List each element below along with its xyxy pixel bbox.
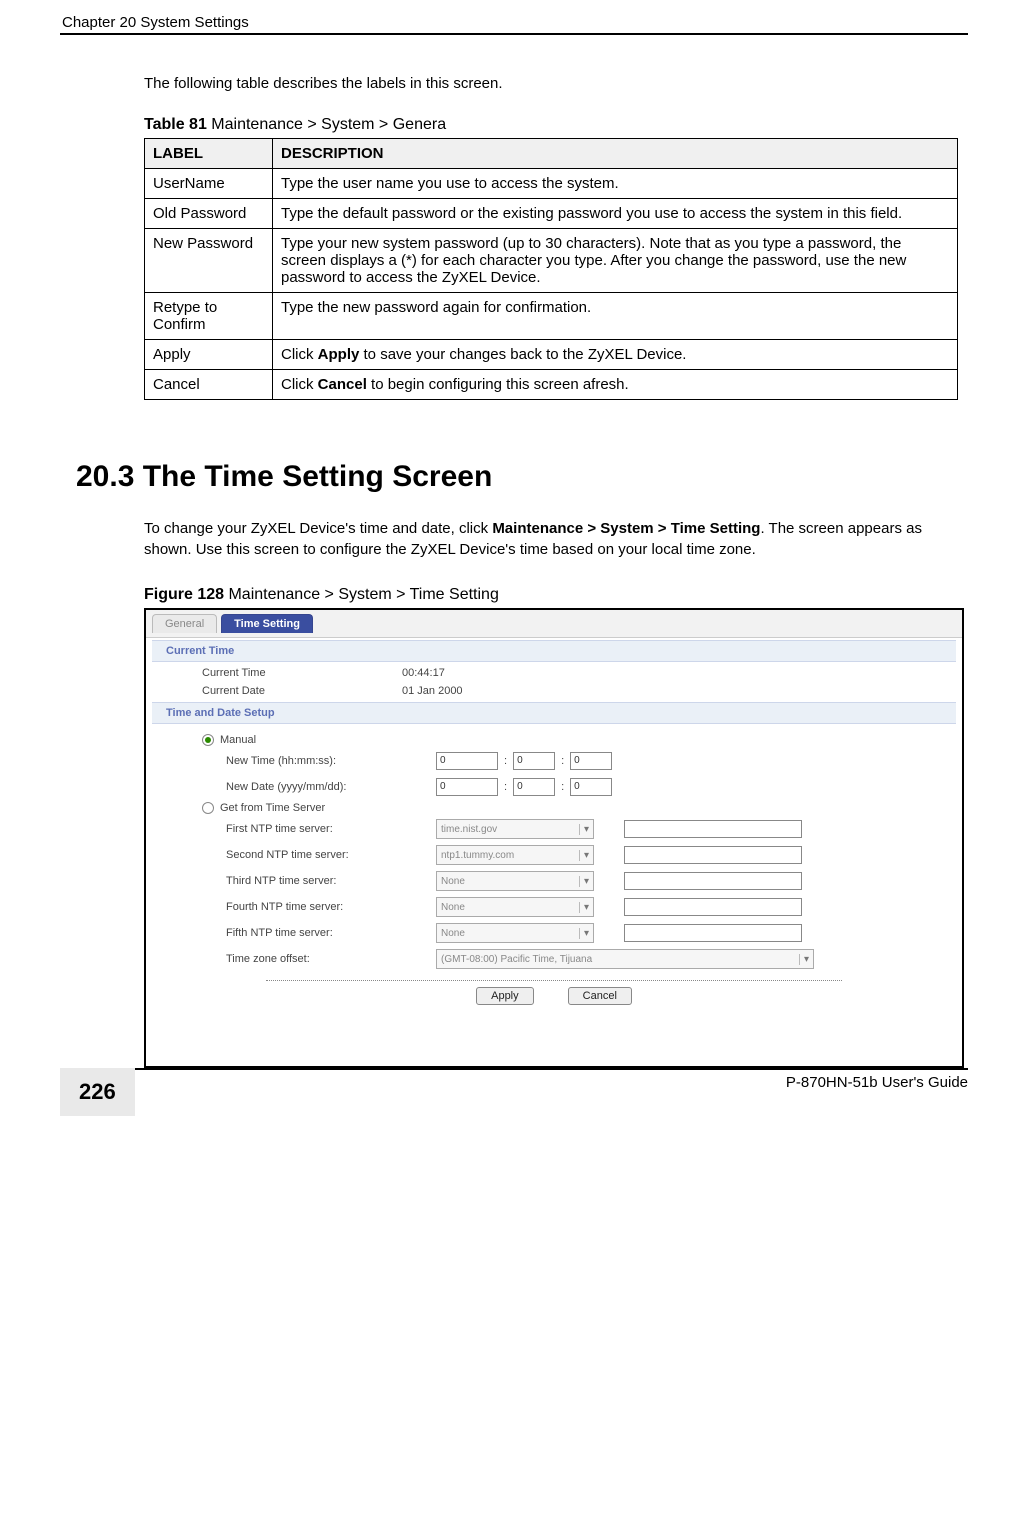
figure128: General Time Setting Current Time Curren…	[144, 608, 964, 1068]
cell-desc: Click Cancel to begin configuring this s…	[273, 370, 958, 400]
radio-manual-label: Manual	[220, 734, 256, 746]
table81-caption-rest: Maintenance > System > Genera	[207, 116, 446, 133]
figure128-caption-bold: Figure 128	[144, 586, 224, 603]
page-number: 226	[60, 1068, 135, 1116]
section-heading: 20.3 The Time Setting Screen	[76, 460, 958, 494]
table81-head-label: LABEL	[145, 139, 273, 169]
row-current-date: Current Date 01 Jan 2000	[202, 682, 962, 700]
chevron-down-icon: ▾	[799, 954, 809, 965]
cell-desc: Click Apply to save your changes back to…	[273, 340, 958, 370]
divider	[266, 980, 842, 981]
cell-desc: Type your new system password (up to 30 …	[273, 229, 958, 293]
table81-head-desc: DESCRIPTION	[273, 139, 958, 169]
ntp1-label: First NTP time server:	[226, 823, 436, 835]
tab-general[interactable]: General	[152, 614, 217, 633]
button-row: Apply Cancel	[146, 987, 962, 1011]
timezone-label: Time zone offset:	[226, 953, 436, 965]
section-para: To change your ZyXEL Device's time and d…	[144, 518, 958, 560]
row-new-time: New Time (hh:mm:ss): 0 : 0 : 0	[202, 748, 962, 774]
row-ntp3: Third NTP time server: None▾	[202, 868, 962, 894]
intro-text: The following table describes the labels…	[144, 75, 958, 92]
cell-desc: Type the default password or the existin…	[273, 199, 958, 229]
tab-time-setting[interactable]: Time Setting	[221, 614, 313, 633]
chevron-down-icon: ▾	[579, 824, 589, 835]
ntp3-label: Third NTP time server:	[226, 875, 436, 887]
colon-icon: :	[498, 781, 513, 793]
ntp1-select[interactable]: time.nist.gov▾	[436, 819, 594, 839]
band-current-time: Current Time	[152, 640, 956, 662]
new-time-ss-input[interactable]: 0	[570, 752, 612, 770]
table-row: Apply Click Apply to save your changes b…	[145, 340, 958, 370]
current-date-label: Current Date	[202, 685, 402, 697]
cell-label: New Password	[145, 229, 273, 293]
ntp1-custom-input[interactable]	[624, 820, 802, 838]
new-date-yyyy-input[interactable]: 0	[436, 778, 498, 796]
chapter-header: Chapter 20 System Settings	[62, 14, 249, 31]
row-ntp5: Fifth NTP time server: None▾	[202, 920, 962, 946]
cell-desc: Type the new password again for confirma…	[273, 293, 958, 340]
radio-server-label: Get from Time Server	[220, 802, 325, 814]
ntp4-custom-input[interactable]	[624, 898, 802, 916]
colon-icon: :	[555, 781, 570, 793]
new-time-hh-input[interactable]: 0	[436, 752, 498, 770]
current-date-value: 01 Jan 2000	[402, 685, 463, 697]
table-row: Cancel Click Cancel to begin configuring…	[145, 370, 958, 400]
new-date-label: New Date (yyyy/mm/dd):	[226, 781, 436, 793]
table81-caption: Table 81 Maintenance > System > Genera	[144, 116, 958, 134]
radio-icon	[202, 734, 214, 746]
guide-name: P-870HN-51b User's Guide	[135, 1068, 968, 1091]
tab-bar: General Time Setting	[146, 610, 962, 638]
new-time-label: New Time (hh:mm:ss):	[226, 755, 436, 767]
cell-label: Apply	[145, 340, 273, 370]
ntp3-select[interactable]: None▾	[436, 871, 594, 891]
apply-button[interactable]: Apply	[476, 987, 534, 1005]
cell-label: Cancel	[145, 370, 273, 400]
table-row: UserName Type the user name you use to a…	[145, 169, 958, 199]
figure128-caption: Figure 128 Maintenance > System > Time S…	[144, 586, 958, 604]
ntp3-custom-input[interactable]	[624, 872, 802, 890]
table81: LABEL DESCRIPTION UserName Type the user…	[144, 138, 958, 400]
cancel-button[interactable]: Cancel	[568, 987, 632, 1005]
row-ntp2: Second NTP time server: ntp1.tummy.com▾	[202, 842, 962, 868]
table-row: New Password Type your new system passwo…	[145, 229, 958, 293]
row-timezone: Time zone offset: (GMT-08:00) Pacific Ti…	[202, 946, 962, 972]
cell-label: UserName	[145, 169, 273, 199]
radio-get-from-server[interactable]: Get from Time Server	[202, 800, 962, 816]
figure128-caption-rest: Maintenance > System > Time Setting	[224, 586, 499, 603]
table-row: Retype to Confirm Type the new password …	[145, 293, 958, 340]
colon-icon: :	[498, 755, 513, 767]
ntp2-label: Second NTP time server:	[226, 849, 436, 861]
ntp5-select[interactable]: None▾	[436, 923, 594, 943]
colon-icon: :	[555, 755, 570, 767]
current-time-value: 00:44:17	[402, 667, 445, 679]
current-time-label: Current Time	[202, 667, 402, 679]
chevron-down-icon: ▾	[579, 876, 589, 887]
table81-caption-bold: Table 81	[144, 116, 207, 133]
cell-desc: Type the user name you use to access the…	[273, 169, 958, 199]
radio-manual[interactable]: Manual	[202, 732, 962, 748]
ntp4-label: Fourth NTP time server:	[226, 901, 436, 913]
row-ntp1: First NTP time server: time.nist.gov▾	[202, 816, 962, 842]
new-date-dd-input[interactable]: 0	[570, 778, 612, 796]
cell-label: Old Password	[145, 199, 273, 229]
ntp2-custom-input[interactable]	[624, 846, 802, 864]
cell-label: Retype to Confirm	[145, 293, 273, 340]
chevron-down-icon: ▾	[579, 928, 589, 939]
new-date-mm-input[interactable]: 0	[513, 778, 555, 796]
table-row: Old Password Type the default password o…	[145, 199, 958, 229]
timezone-select[interactable]: (GMT-08:00) Pacific Time, Tijuana▾	[436, 949, 814, 969]
row-new-date: New Date (yyyy/mm/dd): 0 : 0 : 0	[202, 774, 962, 800]
chevron-down-icon: ▾	[579, 902, 589, 913]
row-ntp4: Fourth NTP time server: None▾	[202, 894, 962, 920]
row-current-time: Current Time 00:44:17	[202, 664, 962, 682]
band-time-date-setup: Time and Date Setup	[152, 702, 956, 724]
ntp2-select[interactable]: ntp1.tummy.com▾	[436, 845, 594, 865]
ntp4-select[interactable]: None▾	[436, 897, 594, 917]
ntp5-label: Fifth NTP time server:	[226, 927, 436, 939]
chevron-down-icon: ▾	[579, 850, 589, 861]
radio-icon	[202, 802, 214, 814]
ntp5-custom-input[interactable]	[624, 924, 802, 942]
new-time-mm-input[interactable]: 0	[513, 752, 555, 770]
